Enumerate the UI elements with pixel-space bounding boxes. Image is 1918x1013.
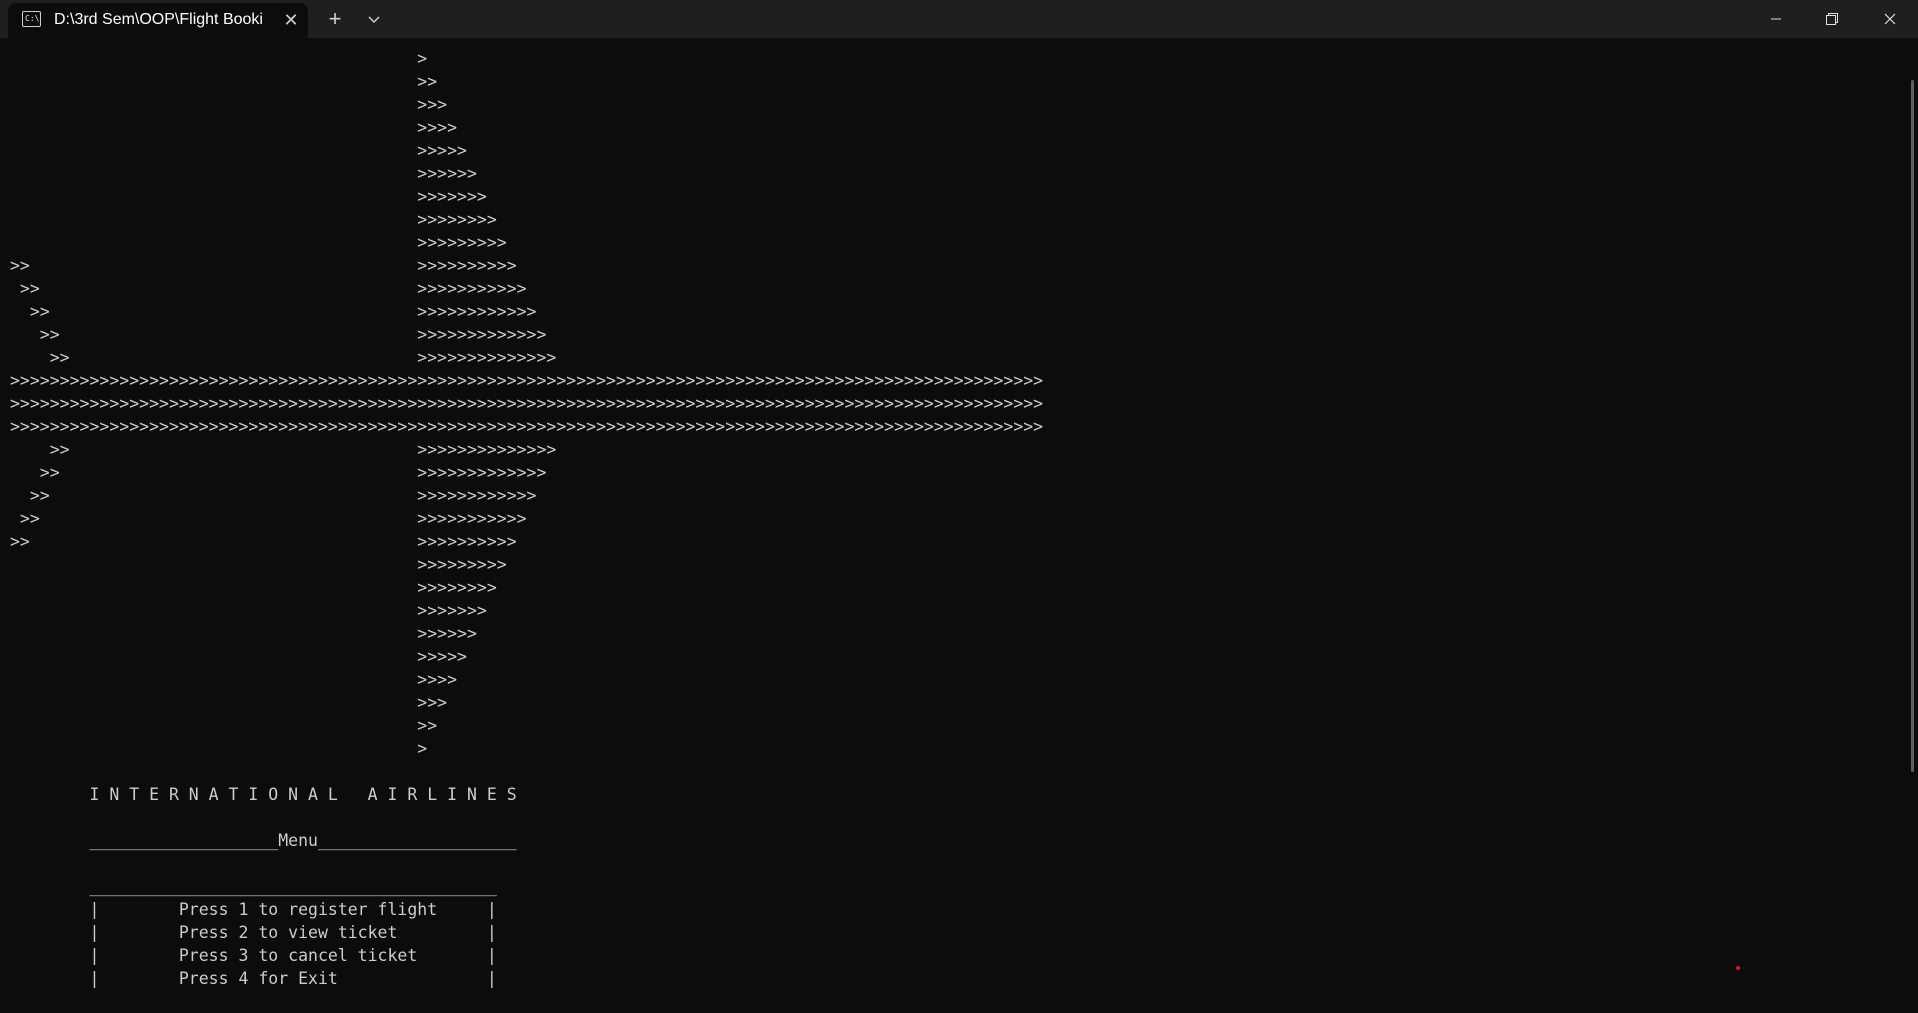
tab-icon-text: C:\ — [25, 14, 40, 23]
title-bar: C:\ D:\3rd Sem\OOP\Flight Booki ✕ + — [0, 0, 1918, 38]
console-output: > >> >>> >>>> >>>>> >>>>>> >>>>>>> >>>>>… — [10, 49, 1044, 988]
new-tab-button[interactable]: + — [322, 6, 348, 32]
vertical-scrollbar[interactable] — [1911, 80, 1914, 772]
terminal-tab[interactable]: C:\ D:\3rd Sem\OOP\Flight Booki ✕ — [8, 3, 308, 38]
chevron-down-icon[interactable] — [362, 7, 386, 31]
close-window-button[interactable] — [1862, 0, 1918, 38]
restore-button[interactable] — [1804, 0, 1860, 38]
red-dot-marker — [1736, 966, 1740, 970]
tab-title: D:\3rd Sem\OOP\Flight Booki — [54, 11, 263, 28]
close-tab-icon[interactable]: ✕ — [280, 9, 302, 31]
terminal-output-area[interactable]: > >> >>> >>>> >>>>> >>>>>> >>>>>>> >>>>>… — [0, 38, 1906, 1013]
command-prompt-icon: C:\ — [22, 11, 41, 27]
minimize-button[interactable] — [1748, 0, 1804, 38]
